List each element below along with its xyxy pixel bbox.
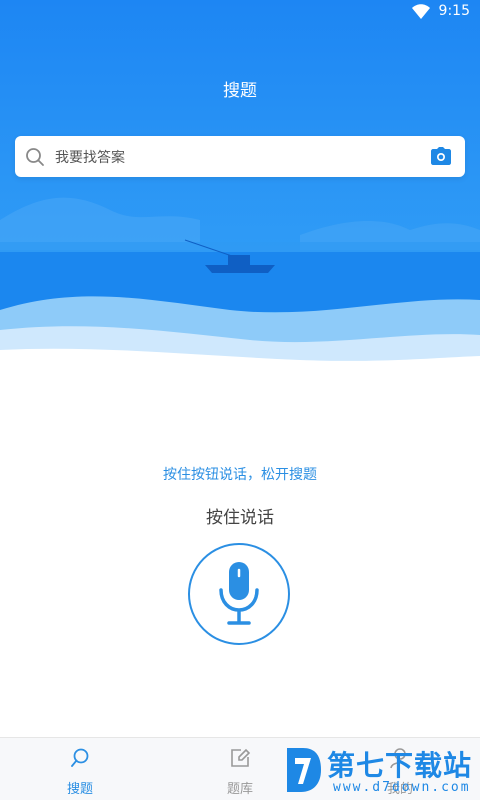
watermark-title: 第七下载站	[327, 749, 473, 782]
status-time: 9:15	[438, 3, 470, 19]
search-input[interactable]	[53, 136, 417, 179]
voice-label: 按住说话	[206, 508, 274, 528]
search-bar[interactable]	[15, 136, 465, 179]
status-bar: 9:15	[0, 0, 480, 24]
watermark-url: www.d7down.com	[333, 780, 471, 795]
d7-logo-icon	[287, 748, 321, 792]
voice-hint: 按住按钮说话，松开搜题	[163, 467, 317, 483]
camera-icon[interactable]	[431, 147, 451, 165]
wifi-icon	[412, 4, 430, 19]
watermark: 第七下载站 www.d7down.com	[283, 742, 480, 800]
tab-label: 搜题	[66, 782, 93, 797]
tab-search[interactable]: 搜题	[0, 738, 160, 801]
edit-icon	[231, 748, 251, 767]
lake-scenery-illustration	[0, 197, 480, 380]
search-icon	[71, 748, 89, 767]
microphone-icon	[219, 562, 259, 625]
voice-search-button[interactable]	[188, 543, 290, 645]
search-icon	[26, 148, 44, 166]
hero-banner: 9:15 搜题	[0, 0, 480, 380]
page-title: 搜题	[223, 81, 257, 101]
